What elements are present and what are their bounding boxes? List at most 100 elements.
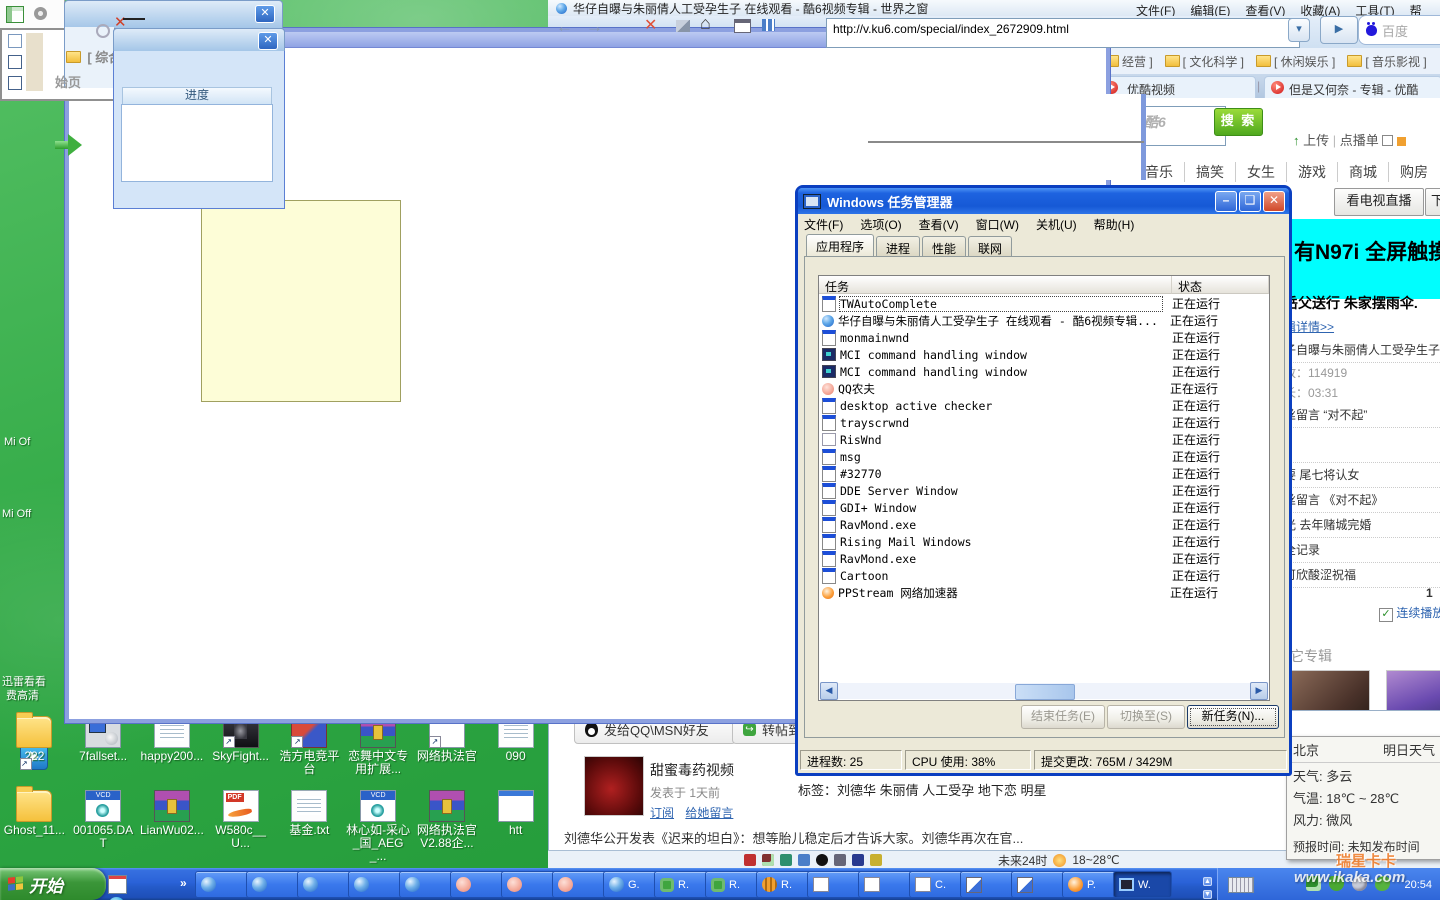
quicklaunch-overflow[interactable]: »	[180, 876, 187, 890]
status-icon[interactable]	[870, 854, 882, 866]
tab-danshi[interactable]: 但是又何奈 - 专辑 - 优酷	[1264, 76, 1440, 99]
desktop-icon[interactable]: htt	[483, 790, 548, 864]
desktop-icon[interactable]: LianWu02...	[140, 790, 205, 864]
video-list-item[interactable]: 丝留言 “对不起”	[1284, 403, 1440, 428]
maximize-button[interactable]: ❑	[1239, 191, 1261, 212]
end-task-button[interactable]: 结束任务(E)	[1021, 705, 1105, 729]
tab[interactable]: 性能	[922, 236, 966, 256]
forward-arrow-icon[interactable]	[55, 134, 83, 156]
task-row[interactable]: PPStream 网络加速器 正在运行	[819, 584, 1269, 601]
window-icon[interactable]	[734, 19, 751, 33]
video-list-item[interactable]: 光 去年赌城完婚	[1284, 513, 1440, 538]
desktop-icon[interactable]: 恋舞中文专用扩展...	[346, 716, 411, 776]
tab[interactable]: 联网	[968, 236, 1012, 256]
ku6-search-button[interactable]: 搜 索	[1214, 108, 1263, 136]
task-row[interactable]: DDE Server Window 正在运行	[819, 482, 1269, 499]
keyboard-icon[interactable]	[1228, 877, 1254, 893]
desktop-icon[interactable]: Ghost_11...	[2, 790, 67, 864]
uploader-thumbnail[interactable]	[584, 756, 644, 816]
upload-link[interactable]: 上传	[1303, 133, 1329, 148]
status-icon[interactable]	[762, 854, 774, 866]
start-button[interactable]: 开始	[0, 868, 106, 900]
task-row[interactable]: Rising Mail Windows 正在运行	[819, 533, 1269, 550]
close-icon[interactable]: ✕	[255, 5, 275, 23]
desktop-icon[interactable]: 浩方电竞平台	[277, 716, 342, 776]
forward-icon[interactable]: →	[586, 18, 603, 35]
circle-icon[interactable]	[96, 24, 110, 38]
desktop-icon[interactable]: 7fallset...	[71, 716, 136, 776]
new-task-button[interactable]: 新任务(N)...	[1187, 705, 1279, 729]
task-row[interactable]: Cartoon 正在运行	[819, 567, 1269, 584]
taskbar-button[interactable]: W.	[1113, 871, 1172, 898]
bookmark-folder-row[interactable]: [ 综合导	[66, 47, 113, 66]
task-row[interactable]: QQ农夫 正在运行	[819, 380, 1269, 397]
clock[interactable]: 20:54	[1404, 879, 1432, 891]
task-row[interactable]: 华仔自曝与朱丽倩人工受孕生子 在线观看 - 酷6视频专辑... 正在运行	[819, 312, 1269, 329]
desktop-icon[interactable]: 222	[2, 716, 67, 776]
desktop-icon-label[interactable]: Mi Off	[2, 508, 32, 521]
video-list-item[interactable]: 子自曝与朱丽倩人工受孕生子	[1284, 338, 1440, 363]
bookmark-item[interactable]: [ 音乐影视 ]	[1347, 53, 1426, 70]
checkbox[interactable]	[8, 34, 22, 48]
menu-item[interactable]: 查看(V)	[919, 216, 959, 233]
status-icon[interactable]	[744, 854, 756, 866]
xunlei-label[interactable]: 迅雷看看	[2, 676, 54, 689]
close-icon[interactable]: ✕	[258, 32, 278, 50]
taskbar-scroll-down[interactable]: ▼	[1203, 885, 1212, 900]
tab[interactable]: 应用程序	[806, 234, 874, 256]
task-row[interactable]: trayscrwnd 正在运行	[819, 414, 1269, 431]
xunlei-label2[interactable]: 费高清	[6, 690, 58, 703]
close-button[interactable]: ✕	[1263, 191, 1285, 212]
gear-icon[interactable]	[34, 7, 47, 20]
playlist-link[interactable]: 点播单	[1340, 133, 1379, 148]
desktop-icon-label[interactable]: Mi Of	[4, 436, 34, 449]
desktop-icon[interactable]: 001065.DAT	[71, 790, 136, 864]
video-list-item[interactable]: 全记录	[1284, 538, 1440, 563]
popup-window-b-titlebar[interactable]: ✕	[64, 0, 283, 28]
stop-icon[interactable]: ✕	[644, 15, 657, 35]
task-row[interactable]: #32770 正在运行	[819, 465, 1269, 482]
task-row[interactable]: monmainwnd 正在运行	[819, 329, 1269, 346]
status-icon[interactable]	[834, 854, 846, 866]
back-icon[interactable]: ←	[556, 18, 573, 35]
desktop-icon[interactable]: 网络执法官V2.88企...	[415, 790, 480, 864]
menu-item[interactable]: 窗口(W)	[976, 216, 1019, 233]
video-list-item[interactable]: 可欣酸涩祝福	[1284, 563, 1440, 588]
desktop-icon[interactable]: 基金.txt	[277, 790, 342, 864]
video-list-item[interactable]: 放：114919	[1284, 363, 1440, 383]
progress-window-titlebar[interactable]: ✕	[113, 28, 285, 51]
table-icon[interactable]	[6, 6, 24, 23]
video-list-item[interactable]: 丝留言 《对不起》	[1284, 488, 1440, 513]
video-list-item[interactable]	[1284, 428, 1440, 463]
nav-item[interactable]: 搞笑	[1185, 162, 1236, 182]
tv-live-button[interactable]: 看电视直播	[1334, 188, 1424, 216]
task-row[interactable]: RavMond.exe 正在运行	[819, 516, 1269, 533]
switch-to-button[interactable]: 切换至(S)	[1107, 705, 1185, 729]
menu-item[interactable]: 文件(F)	[804, 216, 843, 233]
nav-item[interactable]: 女生	[1236, 162, 1287, 182]
autoplay-checkbox[interactable]: ✓	[1379, 608, 1393, 622]
status-icon[interactable]	[816, 854, 828, 866]
uploader-video-title[interactable]: 甜蜜毒药视频	[650, 760, 734, 780]
shapes-icon[interactable]	[676, 20, 690, 32]
desktop-icon[interactable]: 090	[483, 716, 548, 776]
columns-icon[interactable]	[762, 19, 775, 31]
address-dropdown-button[interactable]: ▾	[1288, 18, 1310, 42]
status-icon[interactable]	[852, 854, 864, 866]
scrollbar-thumb[interactable]	[1015, 684, 1075, 700]
menu-item[interactable]: 选项(O)	[860, 216, 901, 233]
home-icon[interactable]: ⌂	[700, 13, 711, 34]
desktop-icon[interactable]: 网络执法官	[415, 716, 480, 776]
menu-item[interactable]: 关机(U)	[1036, 216, 1077, 233]
menu-item[interactable]: 帮助(H)	[1094, 216, 1135, 233]
task-row[interactable]: MCI command handling window 正在运行	[819, 346, 1269, 363]
desktop-icon[interactable]: 林心如-采心_国_AEG_...	[346, 790, 411, 864]
minimize-button[interactable]: –	[1215, 191, 1237, 212]
quicklaunch-icon[interactable]	[108, 875, 127, 894]
column-header-task[interactable]: 任务	[819, 276, 1172, 294]
nav-item[interactable]: 游戏	[1287, 162, 1338, 182]
column-header-status[interactable]: 状态	[1172, 276, 1269, 294]
download-button[interactable]: 下载	[1425, 188, 1440, 216]
task-row[interactable]: MCI command handling window 正在运行	[819, 363, 1269, 380]
baidu-search-box[interactable]: 百度	[1358, 15, 1440, 45]
